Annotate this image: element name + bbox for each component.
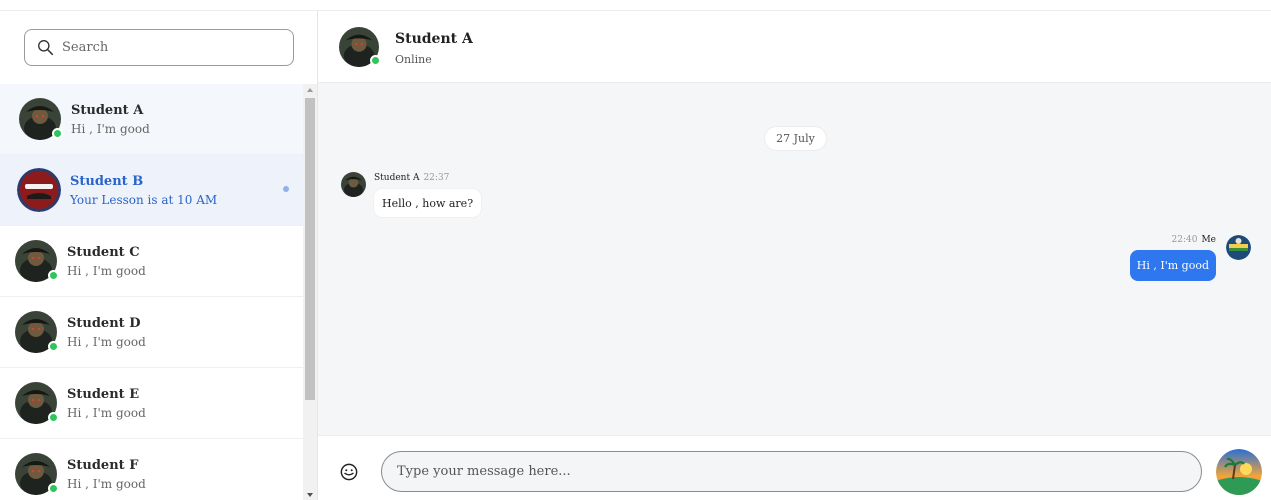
unread-indicator bbox=[283, 186, 289, 192]
contact-item-student-f[interactable]: Student F Hi , I'm good bbox=[0, 439, 303, 500]
contact-name: Student D bbox=[67, 315, 141, 331]
scroll-down-icon[interactable] bbox=[307, 493, 313, 497]
online-status-dot bbox=[370, 55, 381, 66]
avatar bbox=[19, 98, 63, 140]
avatar bbox=[15, 311, 59, 353]
online-status-dot bbox=[48, 412, 59, 423]
contact-list-scrollbar[interactable] bbox=[303, 84, 317, 500]
contact-name: Student F bbox=[67, 457, 139, 473]
contact-item-student-a[interactable]: Student A Hi , I'm good bbox=[0, 84, 303, 155]
header-avatar[interactable] bbox=[339, 27, 381, 67]
chat-contact-status: Online bbox=[395, 53, 432, 66]
chat-contact-name: Student A bbox=[395, 31, 473, 47]
search-icon bbox=[38, 40, 54, 56]
online-status-dot bbox=[48, 483, 59, 494]
sidebar: Student A Hi , I'm good Student B Your L… bbox=[0, 11, 318, 500]
search-input[interactable] bbox=[62, 40, 282, 55]
contact-list: Student A Hi , I'm good Student B Your L… bbox=[0, 84, 303, 500]
contact-preview: Hi , I'm good bbox=[71, 121, 150, 136]
avatar bbox=[17, 168, 61, 212]
contact-name: Student C bbox=[67, 244, 140, 260]
scrollbar-thumb[interactable] bbox=[305, 98, 315, 400]
chat-panel: Student A Online 27 July Student A 22:37 … bbox=[318, 11, 1271, 500]
contact-preview: Hi , I'm good bbox=[67, 334, 146, 349]
message-sender: Student A bbox=[374, 173, 420, 183]
contact-name: Student E bbox=[67, 386, 140, 402]
message-input[interactable] bbox=[381, 451, 1202, 492]
message-composer bbox=[318, 435, 1271, 500]
message-area: 27 July Student A 22:37 Hello , how are? … bbox=[318, 83, 1271, 435]
message-sender: Me bbox=[1201, 235, 1216, 245]
online-status-dot bbox=[52, 128, 63, 139]
date-separator: 27 July bbox=[764, 126, 827, 151]
avatar bbox=[15, 382, 59, 424]
avatar bbox=[15, 453, 59, 495]
contact-preview: Your Lesson is at 10 AM bbox=[70, 192, 218, 207]
message-time: 22:40 bbox=[1171, 235, 1198, 245]
contact-item-student-d[interactable]: Student D Hi , I'm good bbox=[0, 297, 303, 368]
outgoing-message-meta: 22:40 Me bbox=[1172, 235, 1216, 245]
contact-preview: Hi , I'm good bbox=[67, 263, 146, 278]
contact-item-student-b[interactable]: Student B Your Lesson is at 10 AM bbox=[0, 155, 303, 226]
contact-item-student-e[interactable]: Student E Hi , I'm good bbox=[0, 368, 303, 439]
chat-header: Student A Online bbox=[318, 11, 1271, 83]
contact-item-student-c[interactable]: Student C Hi , I'm good bbox=[0, 226, 303, 297]
contact-name: Student B bbox=[70, 173, 144, 189]
incoming-message-bubble: Hello , how are? bbox=[374, 189, 482, 217]
online-status-dot bbox=[48, 270, 59, 281]
my-avatar bbox=[1226, 235, 1251, 260]
contact-preview: Hi , I'm good bbox=[67, 476, 146, 491]
search-box[interactable] bbox=[24, 29, 294, 66]
send-avatar-icon[interactable] bbox=[1216, 449, 1262, 495]
incoming-message-meta: Student A 22:37 bbox=[374, 173, 449, 183]
online-status-dot bbox=[48, 341, 59, 352]
outgoing-message-bubble: Hi , I'm good bbox=[1129, 250, 1216, 281]
sender-avatar bbox=[341, 172, 366, 197]
contact-preview: Hi , I'm good bbox=[67, 405, 146, 420]
avatar bbox=[15, 240, 59, 282]
emoji-icon[interactable] bbox=[340, 463, 358, 481]
message-time: 22:37 bbox=[423, 173, 450, 183]
contact-name: Student A bbox=[71, 102, 144, 118]
scroll-up-icon[interactable] bbox=[307, 88, 313, 92]
chat-app: Student A Hi , I'm good Student B Your L… bbox=[0, 10, 1271, 500]
